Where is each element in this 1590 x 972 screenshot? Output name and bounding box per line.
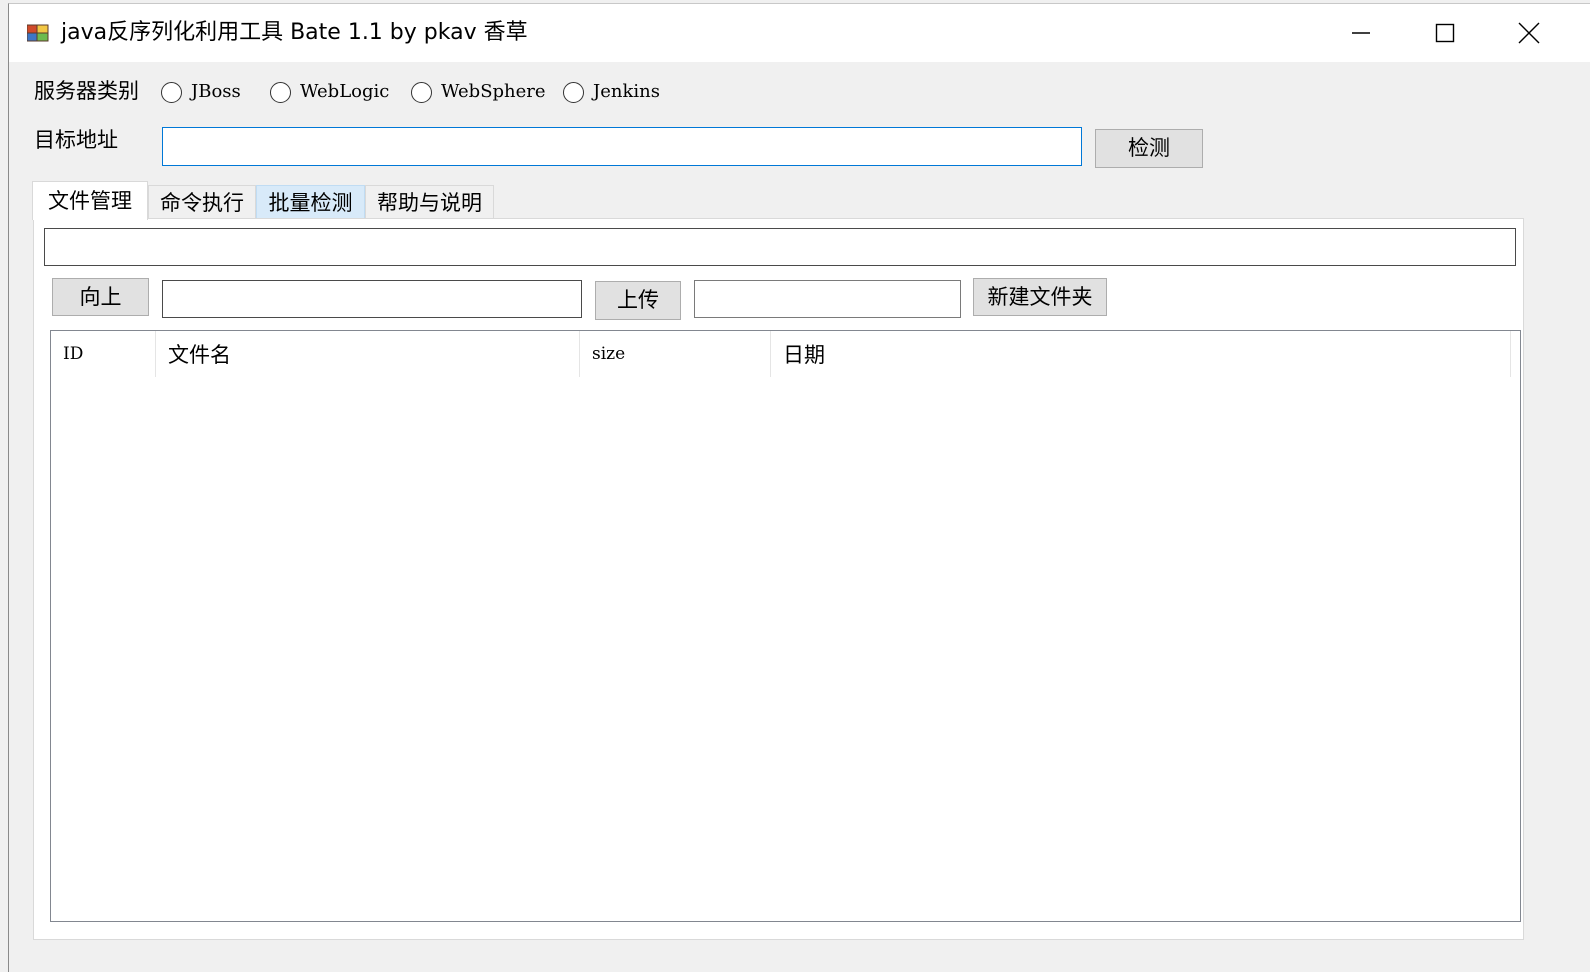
folder-name-input[interactable] xyxy=(694,280,961,318)
radio-label: Jenkins xyxy=(593,81,660,102)
minimize-icon xyxy=(1352,32,1370,34)
tab-batch-detect[interactable]: 批量检测 xyxy=(256,185,365,219)
up-button[interactable]: 向上 xyxy=(52,278,149,316)
radio-jenkins[interactable]: Jenkins xyxy=(563,78,660,106)
server-type-label: 服务器类别 xyxy=(34,79,139,103)
current-path-input[interactable] xyxy=(44,228,1516,266)
radio-label: JBoss xyxy=(191,81,241,102)
radio-circle-icon xyxy=(411,81,432,103)
radio-circle-icon xyxy=(270,81,291,103)
target-address-input[interactable] xyxy=(162,127,1082,166)
radio-jboss[interactable]: JBoss xyxy=(161,78,241,106)
minimize-button[interactable] xyxy=(1319,4,1403,62)
app-icon xyxy=(26,23,49,43)
radio-circle-icon xyxy=(161,81,182,103)
title-bar[interactable]: java反序列化利用工具 Bate 1.1 by pkav 香草 xyxy=(9,4,1590,62)
radio-weblogic[interactable]: WebLogic xyxy=(270,78,389,106)
radio-websphere[interactable]: WebSphere xyxy=(411,78,546,106)
close-icon xyxy=(1518,22,1540,44)
maximize-button[interactable] xyxy=(1403,4,1487,62)
maximize-icon xyxy=(1435,23,1455,43)
detect-button[interactable]: 检测 xyxy=(1095,129,1203,168)
tab-command-exec[interactable]: 命令执行 xyxy=(148,185,256,219)
file-list[interactable]: ID 文件名 size 日期 xyxy=(50,330,1521,922)
radio-circle-icon xyxy=(563,81,584,103)
column-header-filename[interactable]: 文件名 xyxy=(156,331,580,377)
tab-file-management[interactable]: 文件管理 xyxy=(32,181,148,220)
new-folder-button[interactable]: 新建文件夹 xyxy=(973,278,1107,316)
column-header-date[interactable]: 日期 xyxy=(771,331,1511,377)
target-address-label: 目标地址 xyxy=(34,128,118,152)
tab-help[interactable]: 帮助与说明 xyxy=(365,185,494,219)
column-header-size[interactable]: size xyxy=(580,331,771,377)
radio-label: WebSphere xyxy=(441,81,546,102)
upload-button[interactable]: 上传 xyxy=(595,281,681,320)
file-list-header: ID 文件名 size 日期 xyxy=(51,331,1520,379)
window-title: java反序列化利用工具 Bate 1.1 by pkav 香草 xyxy=(61,20,528,45)
radio-label: WebLogic xyxy=(300,81,390,102)
main-window: java反序列化利用工具 Bate 1.1 by pkav 香草 服务器类别 J… xyxy=(8,3,1590,972)
column-header-id[interactable]: ID xyxy=(51,331,156,377)
close-button[interactable] xyxy=(1487,4,1571,62)
upload-path-input[interactable] xyxy=(162,280,582,318)
